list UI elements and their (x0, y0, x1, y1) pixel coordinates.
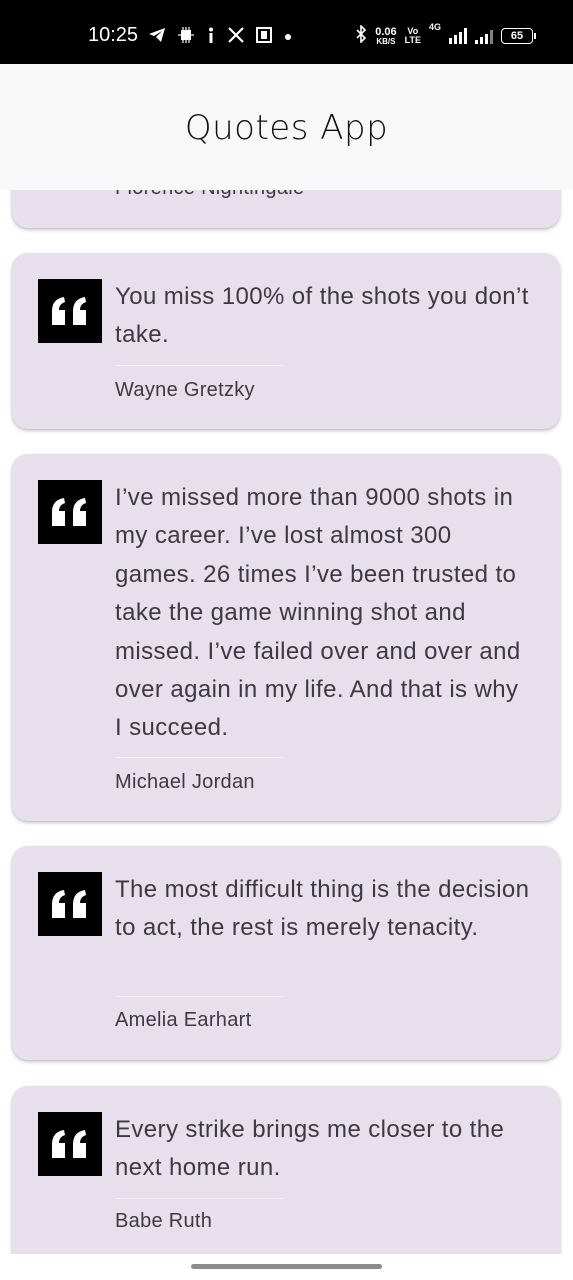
quote-icon (38, 480, 102, 544)
gesture-nav-area (0, 1254, 573, 1280)
quote-author: Wayne Gretzky (115, 379, 255, 401)
status-right-icons: 0.06 KB/S Vo LTE 4G 65 (355, 22, 536, 50)
telegram-icon (148, 27, 166, 46)
app-title: Quotes App (184, 108, 389, 148)
quote-icon (38, 1112, 102, 1176)
chip-icon (178, 26, 194, 46)
quote-text: I’ve missed more than 9000 shots in my c… (115, 484, 521, 742)
quote-icon (38, 872, 102, 936)
bluetooth-icon (355, 23, 367, 48)
battery-icon: 65 (501, 28, 536, 44)
quote-author: Babe Ruth (115, 1210, 213, 1232)
quote-text: Every strike brings me closer to the nex… (115, 1116, 505, 1182)
quote-divider (115, 996, 283, 997)
quote-card[interactable]: Florence Nightingale (12, 190, 560, 228)
dot-icon (284, 28, 292, 44)
quote-card[interactable]: You miss 100% of the shots you don’t tak… (12, 253, 560, 429)
signal-4g-icon: 4G (428, 22, 441, 32)
quote-divider (115, 757, 283, 758)
data-speed-value: 0.06 (375, 25, 397, 38)
quote-card[interactable]: I’ve missed more than 9000 shots in my c… (12, 454, 560, 821)
quote-text: You miss 100% of the shots you don’t tak… (115, 283, 529, 349)
quote-divider (115, 365, 283, 366)
quote-card[interactable]: Every strike brings me closer to the nex… (12, 1086, 560, 1254)
quotes-list[interactable]: Florence Nightingale You miss 100% of th… (0, 190, 573, 1254)
status-left-icons (148, 22, 292, 50)
data-speed-unit: KB/S (376, 36, 396, 46)
quote-icon (38, 279, 102, 343)
volte-bottom: LTE (404, 35, 421, 45)
signal-icon-primary (449, 28, 467, 44)
x-icon (228, 26, 244, 46)
status-bar: 10:25 0.06 KB/S Vo LTE 4G 65 (0, 0, 573, 64)
volte-icon: Vo LTE (405, 27, 421, 45)
quote-author: Florence Nightingale (115, 190, 304, 200)
signal-icon-secondary (475, 28, 493, 44)
quote-text: The most difficult thing is the decision… (115, 876, 530, 942)
status-time: 10:25 (88, 24, 139, 46)
notification-app-icon (256, 26, 272, 46)
battery-level: 65 (510, 30, 524, 42)
quote-author: Michael Jordan (115, 771, 255, 793)
accessibility-icon (206, 27, 216, 46)
quote-divider (115, 1198, 283, 1199)
quote-card[interactable]: The most difficult thing is the decision… (12, 846, 560, 1060)
quote-author: Amelia Earhart (115, 1009, 252, 1031)
data-speed: 0.06 KB/S (375, 25, 397, 46)
app-bar: Quotes App (0, 64, 573, 190)
gesture-nav-handle[interactable] (191, 1264, 382, 1269)
